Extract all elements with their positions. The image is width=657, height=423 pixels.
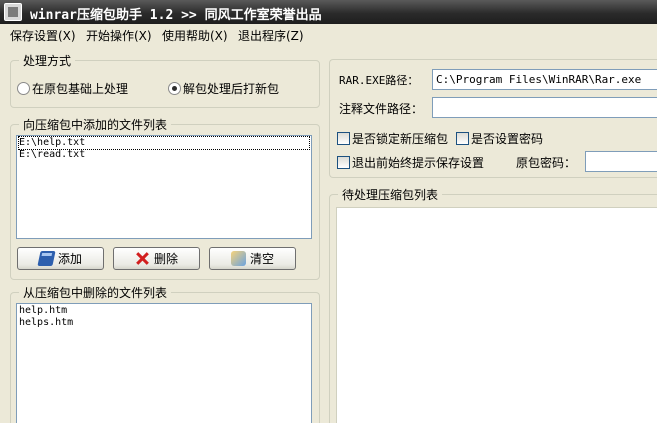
- password-checkbox-label: 是否设置密码: [471, 132, 544, 146]
- settings-group: RAR.EXE路径： C:\Program Files\WinRAR\Rar.e…: [329, 59, 657, 178]
- clear-button-label: 清空: [249, 252, 274, 266]
- window-title: winrar压缩包助手 1.2 >> 同风工作室荣誉出品: [30, 8, 322, 23]
- menu-bar: 保存设置(X) 开始操作(X) 使用帮助(X) 退出程序(Z): [0, 24, 657, 45]
- remove-files-title: 从压缩包中删除的文件列表: [19, 284, 172, 301]
- orig-password-input[interactable]: [585, 151, 657, 172]
- radio-repack-label: 解包处理后打新包: [183, 82, 280, 96]
- lock-checkbox[interactable]: 是否锁定新压缩包: [337, 130, 448, 147]
- add-files-group: 向压缩包中添加的文件列表 E:\help.txt E:\read.txt 添加 …: [10, 116, 320, 280]
- app-icon[interactable]: [4, 3, 22, 21]
- add-files-list[interactable]: E:\help.txt E:\read.txt: [16, 135, 312, 239]
- pending-group: 待处理压缩包列表: [329, 186, 657, 423]
- menu-start[interactable]: 开始操作(X): [86, 27, 152, 44]
- process-mode-group: 处理方式 在原包基础上处理 解包处理后打新包: [10, 52, 320, 108]
- password-checkbox[interactable]: 是否设置密码: [456, 130, 543, 147]
- radio-in-place-circle[interactable]: [17, 82, 30, 95]
- process-mode-title: 处理方式: [19, 52, 76, 69]
- exit-prompt-checkbox-label: 退出前始终提示保存设置: [352, 156, 485, 170]
- add-files-title: 向压缩包中添加的文件列表: [19, 116, 172, 133]
- remove-files-list[interactable]: help.htm helps.htm: [16, 303, 312, 423]
- list-item[interactable]: helps.htm: [19, 317, 309, 329]
- list-item[interactable]: E:\help.txt: [18, 136, 310, 150]
- radio-repack[interactable]: 解包处理后打新包: [168, 80, 279, 97]
- clear-icon: [230, 251, 246, 266]
- menu-exit[interactable]: 退出程序(Z): [238, 27, 304, 44]
- delete-x-icon: [135, 251, 150, 266]
- delete-button[interactable]: 删除: [113, 247, 200, 270]
- menu-help[interactable]: 使用帮助(X): [162, 27, 228, 44]
- list-item[interactable]: E:\read.txt: [19, 149, 309, 161]
- title-bar: winrar压缩包助手 1.2 >> 同风工作室荣誉出品: [0, 0, 657, 24]
- comment-path-label: 注释文件路径：: [339, 102, 424, 116]
- password-checkbox-box[interactable]: [456, 132, 469, 145]
- clear-button[interactable]: 清空: [209, 247, 296, 270]
- delete-button-label: 删除: [153, 252, 178, 266]
- rar-path-input[interactable]: C:\Program Files\WinRAR\Rar.exe: [432, 69, 657, 90]
- list-item[interactable]: help.htm: [19, 305, 309, 317]
- pending-list[interactable]: [336, 207, 657, 423]
- comment-path-input[interactable]: [432, 97, 657, 118]
- radio-in-place-label: 在原包基础上处理: [32, 82, 129, 96]
- radio-in-place[interactable]: 在原包基础上处理: [17, 80, 128, 97]
- exit-prompt-checkbox-box[interactable]: [337, 156, 350, 169]
- add-button[interactable]: 添加: [17, 247, 104, 270]
- rar-path-label: RAR.EXE路径：: [339, 74, 419, 87]
- remove-files-group: 从压缩包中删除的文件列表 help.htm helps.htm: [10, 284, 320, 423]
- add-button-label: 添加: [57, 252, 82, 266]
- lock-checkbox-label: 是否锁定新压缩包: [352, 132, 449, 146]
- book-icon: [37, 251, 56, 266]
- radio-repack-circle[interactable]: [168, 82, 181, 95]
- lock-checkbox-box[interactable]: [337, 132, 350, 145]
- pending-title: 待处理压缩包列表: [338, 186, 443, 203]
- orig-password-label: 原包密码：: [516, 156, 577, 170]
- exit-prompt-checkbox[interactable]: 退出前始终提示保存设置: [337, 154, 484, 171]
- menu-save-settings[interactable]: 保存设置(X): [10, 27, 76, 44]
